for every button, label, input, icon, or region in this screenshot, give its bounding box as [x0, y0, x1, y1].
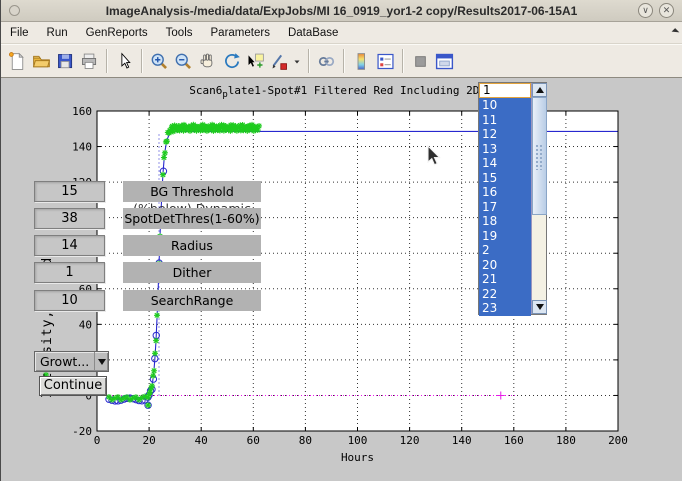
zoom-in-icon[interactable] — [147, 49, 171, 73]
svg-text:160: 160 — [72, 105, 92, 118]
spot-number-item[interactable]: 13 — [479, 142, 531, 157]
scrollbar-up-arrow-icon[interactable] — [532, 83, 547, 97]
growth-mode-dropdown-label: Growt... — [35, 354, 94, 369]
spot-number-item[interactable]: 20 — [479, 258, 531, 273]
param-field-spotdetthres-1-60[interactable] — [34, 208, 105, 229]
svg-text:160: 160 — [504, 434, 524, 447]
figure-canvas: 020406080100120140160180200-200204060801… — [1, 78, 682, 479]
svg-text:140: 140 — [452, 434, 472, 447]
brush-dropdown-caret-icon[interactable] — [291, 49, 303, 73]
zoom-out-icon[interactable] — [171, 49, 195, 73]
menu-overflow-icon[interactable] — [672, 28, 680, 36]
param-field-dither[interactable] — [34, 262, 105, 283]
menu-item-parameters[interactable]: Parameters — [202, 22, 279, 44]
menu-item-run[interactable]: Run — [38, 22, 77, 44]
growth-mode-dropdown[interactable]: Growt... — [34, 351, 109, 372]
menu-item-tools[interactable]: Tools — [157, 22, 202, 44]
figure-toolbar — [1, 44, 682, 78]
save-figure-icon[interactable] — [53, 49, 77, 73]
svg-text:40: 40 — [195, 434, 208, 447]
menubar: FileRunGenReportsToolsParametersDataBase — [1, 22, 682, 44]
param-label-dither: Dither — [123, 262, 261, 283]
spot-number-item[interactable]: 17 — [479, 200, 531, 215]
spot-number-item[interactable]: 23 — [479, 301, 531, 316]
show-plot-tools-dock-icon[interactable] — [432, 49, 456, 73]
spot-number-item[interactable]: 12 — [479, 127, 531, 142]
param-field-bg-threshold[interactable] — [34, 181, 105, 202]
pan-hand-icon[interactable] — [195, 49, 219, 73]
svg-text:40: 40 — [79, 318, 92, 331]
param-field-searchrange[interactable] — [34, 290, 105, 311]
toolbar-separator — [343, 49, 344, 73]
toolbar-separator — [106, 49, 107, 73]
data-cursor-icon[interactable] — [243, 49, 267, 73]
svg-text:60: 60 — [247, 434, 260, 447]
scrollbar-thumb[interactable] — [532, 97, 547, 215]
svg-text:-20: -20 — [72, 425, 92, 438]
spot-number-item[interactable]: 16 — [479, 185, 531, 200]
insert-legend-icon[interactable] — [373, 49, 397, 73]
spot-number-item[interactable]: 18 — [479, 214, 531, 229]
continue-button[interactable]: Continue — [39, 376, 107, 396]
scrollbar-down-arrow-icon[interactable] — [532, 300, 547, 314]
svg-text:100: 100 — [348, 434, 368, 447]
hide-plot-tools-icon[interactable] — [408, 49, 432, 73]
chevron-down-icon — [94, 352, 108, 371]
param-label-spotdetthres-1-60: SpotDetThres(1-60%) — [123, 208, 261, 229]
open-file-icon[interactable] — [29, 49, 53, 73]
svg-text:0: 0 — [94, 434, 101, 447]
print-figure-icon[interactable] — [77, 49, 101, 73]
spot-number-selected[interactable]: 1 — [479, 83, 531, 98]
shade-window-button[interactable]: ∨ — [638, 3, 653, 18]
rotate-3d-icon[interactable] — [219, 49, 243, 73]
svg-text:140: 140 — [72, 141, 92, 154]
spot-number-item[interactable]: 14 — [479, 156, 531, 171]
svg-text:80: 80 — [299, 434, 312, 447]
spot-number-item[interactable]: 15 — [479, 171, 531, 186]
x-axis-label: Hours — [341, 451, 374, 464]
param-label-searchrange: SearchRange — [123, 290, 261, 311]
param-label-radius: Radius — [123, 235, 261, 256]
toolbar-separator — [402, 49, 403, 73]
titlebar: ImageAnalysis-/media/data/ExpJobs/MI 16_… — [1, 0, 682, 22]
menu-item-database[interactable]: DataBase — [279, 22, 348, 44]
param-label-bg-threshold: BG Threshold — [123, 181, 261, 202]
svg-text:120: 120 — [400, 434, 420, 447]
svg-text:20: 20 — [142, 434, 155, 447]
spot-number-item[interactable]: 2 — [479, 243, 531, 258]
spot-number-item[interactable]: 21 — [479, 272, 531, 287]
listbox-scrollbar[interactable] — [531, 83, 546, 314]
spot-number-item[interactable]: 22 — [479, 287, 531, 302]
toolbar-separator — [141, 49, 142, 73]
brush-data-icon[interactable] — [267, 49, 291, 73]
mouse-cursor-icon — [426, 145, 444, 167]
menu-item-genreports[interactable]: GenReports — [77, 22, 157, 44]
app-window: ImageAnalysis-/media/data/ExpJobs/MI 16_… — [0, 0, 682, 481]
spot-number-item[interactable]: 11 — [479, 113, 531, 128]
param-field-radius[interactable] — [34, 235, 105, 256]
toolbar-separator — [308, 49, 309, 73]
insert-colorbar-icon[interactable] — [349, 49, 373, 73]
plot-title: Scan6plate1-Spot#1 Filtered Red Includin… — [189, 84, 526, 100]
link-plot-icon[interactable] — [314, 49, 338, 73]
svg-text:180: 180 — [556, 434, 576, 447]
spot-number-item[interactable]: 19 — [479, 229, 531, 244]
menu-item-file[interactable]: File — [1, 22, 38, 44]
close-window-button[interactable]: ✕ — [659, 3, 674, 18]
window-title: ImageAnalysis-/media/data/ExpJobs/MI 16_… — [1, 4, 682, 18]
spot-number-item[interactable]: 10 — [479, 98, 531, 113]
spot-number-listbox: 1 10111213141516171819220212223 — [478, 82, 547, 315]
edit-plot-arrow-icon[interactable] — [112, 49, 136, 73]
svg-text:200: 200 — [608, 434, 628, 447]
new-figure-icon[interactable] — [5, 49, 29, 73]
